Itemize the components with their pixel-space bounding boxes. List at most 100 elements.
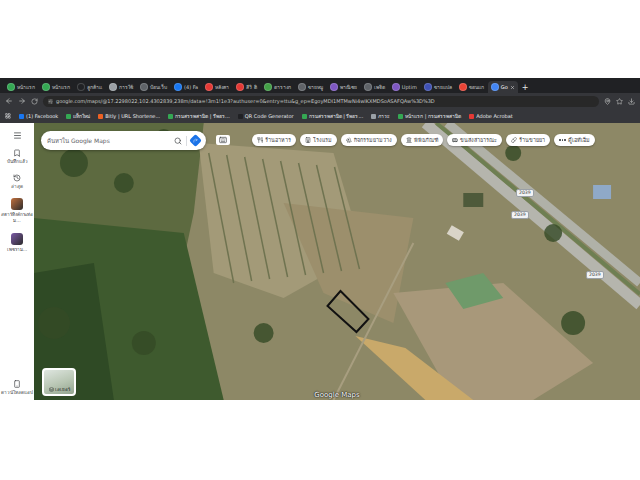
favicon-icon — [392, 83, 400, 91]
tab-label: Uptim — [402, 84, 417, 90]
tab-label: พาณิชย — [340, 83, 357, 91]
download-app[interactable]: ดาวน์โหลดแอป — [1, 380, 33, 396]
layers-icon — [49, 387, 54, 392]
category-chips: ร้านอาหาร โรงแรม กิจกรรมยามว่าง พิพิธภัณฑ์ ข… — [252, 134, 595, 146]
favicon-icon — [19, 114, 24, 119]
road-label[interactable]: 2039 — [516, 189, 534, 197]
tab-label: ขายแปล — [434, 83, 452, 91]
favicon-icon — [469, 114, 474, 119]
browser-tab[interactable]: สีวิ ดิ — [233, 81, 260, 93]
bookmark[interactable]: ภาวะ — [371, 112, 390, 120]
browser-tab[interactable]: หน้าแรก — [4, 81, 38, 93]
maps-sidebar: บันทึกแล้วล่าสุดสตาร์ทิงค์กระท่อม... เพชร… — [0, 123, 34, 400]
bookmark[interactable]: แท็กใหม่ — [66, 112, 90, 120]
category-chip[interactable]: ขนส่งสาธารณะ — [447, 134, 502, 146]
site-info-icon[interactable] — [48, 99, 53, 104]
sidebar-item[interactable]: สตาร์ทิงค์กระท่อม... — [1, 198, 33, 223]
favicon-icon — [364, 83, 372, 91]
forward-icon[interactable] — [18, 97, 26, 105]
sidebar-icon — [13, 149, 21, 157]
favicon-icon — [330, 83, 338, 91]
browser-tab[interactable]: ขายแปล — [421, 81, 455, 93]
phone-icon — [13, 380, 21, 388]
location-icon[interactable] — [604, 98, 611, 105]
search-icon[interactable] — [174, 137, 182, 145]
bookmark[interactable]: Bitly | URL Shortene... — [98, 113, 160, 119]
browser-tab[interactable]: ขอนแก — [456, 81, 487, 93]
browser-tab[interactable]: Go — [488, 81, 518, 93]
favicon-icon — [98, 114, 103, 119]
download-icon[interactable] — [628, 98, 635, 105]
favicon-icon — [398, 114, 403, 119]
bookmark[interactable]: QR Code Generator — [238, 113, 294, 119]
search-box[interactable]: ค้นหาใน Google Maps — [41, 131, 206, 150]
tab-label: สีวิ ดิ — [246, 83, 257, 91]
category-icon — [257, 137, 263, 143]
browser-tab[interactable]: ลูกค้าแ — [74, 81, 105, 93]
tab-label: หน้าแรก — [52, 83, 70, 91]
category-chip[interactable]: ร้านขายยา — [506, 134, 550, 146]
category-chip[interactable]: กิจกรรมยามว่าง — [341, 134, 397, 146]
close-icon[interactable] — [510, 85, 515, 90]
tab-label: ขอนแก — [469, 83, 484, 91]
browser-tab[interactable]: พาณิชย — [327, 81, 360, 93]
bookmark[interactable]: Adobe Acrobat — [469, 113, 513, 119]
tab-label: ป้อนเว็บ — [150, 83, 167, 91]
url-text: google.com/maps/@17.2298022,102.4302839,… — [56, 98, 435, 104]
browser-tab[interactable]: (4) Fa — [171, 81, 201, 93]
keyboard-button[interactable] — [216, 135, 230, 145]
sidebar-item[interactable]: บันทึกแล้ว — [1, 149, 33, 165]
browser-tab[interactable]: ตารางก — [261, 81, 294, 93]
back-icon[interactable] — [5, 97, 13, 105]
favicon-icon — [42, 83, 50, 91]
star-icon[interactable] — [616, 98, 623, 105]
browser-tab[interactable]: ขายหมู — [295, 81, 326, 93]
favicon-icon — [424, 83, 432, 91]
new-tab-button[interactable]: + — [519, 81, 532, 93]
bookmark[interactable]: หน้าแรก | กรมสรรพสามิต — [398, 112, 461, 120]
apps-icon[interactable] — [5, 113, 11, 119]
satellite-map[interactable]: 2039 2039 2039 ค้นหาใน Google Maps ร้านอาหาร… — [34, 123, 640, 400]
page: หน้าแรก หน้าแรก ลูกค้าแการใช้ ป้อนเว็บ (4) F… — [0, 0, 640, 480]
favicon-icon — [264, 83, 272, 91]
sidebar-item[interactable]: เพชราม... — [1, 233, 33, 253]
menu-icon[interactable] — [13, 131, 22, 140]
tab-label: ตารางก — [274, 83, 291, 91]
address-bar[interactable]: google.com/maps/@17.2298022,102.4302839,… — [43, 96, 599, 107]
favicon-icon — [140, 83, 148, 91]
bookmark[interactable]: กรมสรรพสามิต | รีพอร... — [302, 112, 364, 120]
category-icon — [305, 137, 311, 143]
browser-tab[interactable]: หลังคา — [202, 81, 232, 93]
browser-tab[interactable]: การใช้ — [106, 81, 136, 93]
favicon-icon — [77, 83, 85, 91]
toolbar: google.com/maps/@17.2298022,102.4302839,… — [0, 93, 640, 109]
bookmark[interactable]: กรมสรรพสามิต | รีพอร... — [168, 112, 230, 120]
favicon-icon — [491, 83, 499, 91]
category-chip[interactable]: ตู้เอทีเอ็ม — [554, 134, 595, 146]
category-chip[interactable]: ร้านอาหาร — [252, 134, 296, 146]
layers-button[interactable]: เลเยอร์ — [42, 368, 76, 396]
place-thumbnail — [11, 233, 23, 245]
browser-tab[interactable]: ป้อนเว็บ — [137, 81, 170, 93]
google-maps-watermark: Google Maps — [314, 391, 359, 399]
parcel-outline[interactable] — [328, 291, 369, 332]
more-icon — [559, 139, 566, 141]
tab-label: (4) Fa — [184, 84, 198, 90]
browser-tab[interactable]: หน้าแรก — [39, 81, 73, 93]
category-chip[interactable]: โรงแรม — [300, 134, 337, 146]
directions-icon[interactable] — [189, 134, 202, 147]
reload-icon[interactable] — [31, 98, 38, 105]
sidebar-item[interactable]: ล่าสุด — [1, 174, 33, 190]
favicon-icon — [298, 83, 306, 91]
category-chip[interactable]: พิพิธภัณฑ์ — [401, 134, 443, 146]
favicon-icon — [109, 83, 117, 91]
tab-label: Go — [501, 84, 508, 90]
road-label[interactable]: 2039 — [586, 271, 604, 279]
favicon-icon — [168, 114, 173, 119]
browser-tab[interactable]: Uptim — [389, 81, 420, 93]
tab-strip: หน้าแรก หน้าแรก ลูกค้าแการใช้ ป้อนเว็บ (4) F… — [0, 78, 640, 93]
road-label[interactable]: 2039 — [511, 211, 529, 219]
bookmark[interactable]: (1) Facebook — [19, 113, 58, 119]
keyboard-icon — [219, 136, 227, 144]
browser-tab[interactable]: เพจิต — [361, 81, 388, 93]
